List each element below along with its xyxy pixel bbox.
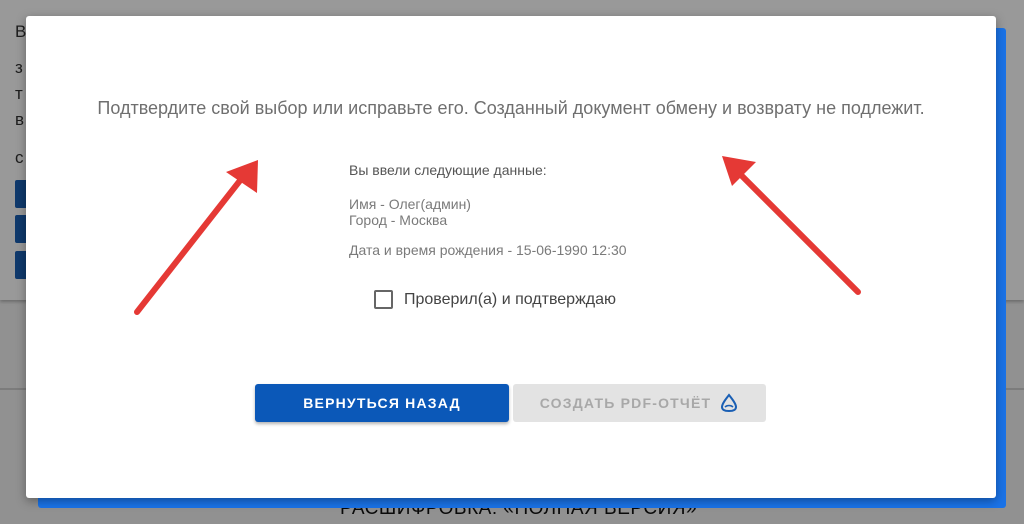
loading-spinner-icon	[721, 393, 738, 413]
go-back-button[interactable]: ВЕРНУТЬСЯ НАЗАД	[255, 384, 509, 422]
summary-name: Имя - Олег(админ)	[349, 196, 471, 212]
confirm-checkbox-row[interactable]: Проверил(а) и подтверждаю	[374, 290, 616, 309]
confirmation-dialog: Подтвердите свой выбор или исправьте его…	[26, 16, 996, 498]
summary-birth-datetime: Дата и время рождения - 15-06-1990 12:30	[349, 242, 627, 258]
confirm-checkbox[interactable]	[374, 290, 393, 309]
summary-heading: Вы ввели следующие данные:	[349, 162, 547, 178]
dialog-message: Подтвердите свой выбор или исправьте его…	[97, 98, 925, 118]
create-pdf-button[interactable]: СОЗДАТЬ PDF-ОТЧЁТ	[513, 384, 766, 422]
confirm-checkbox-label[interactable]: Проверил(а) и подтверждаю	[404, 291, 616, 309]
summary-city: Город - Москва	[349, 212, 448, 228]
go-back-button-label: ВЕРНУТЬСЯ НАЗАД	[303, 395, 461, 411]
create-pdf-button-label: СОЗДАТЬ PDF-ОТЧЁТ	[539, 395, 712, 411]
entered-data-summary: Вы ввели следующие данные: Имя - Олег(ад…	[349, 162, 769, 258]
